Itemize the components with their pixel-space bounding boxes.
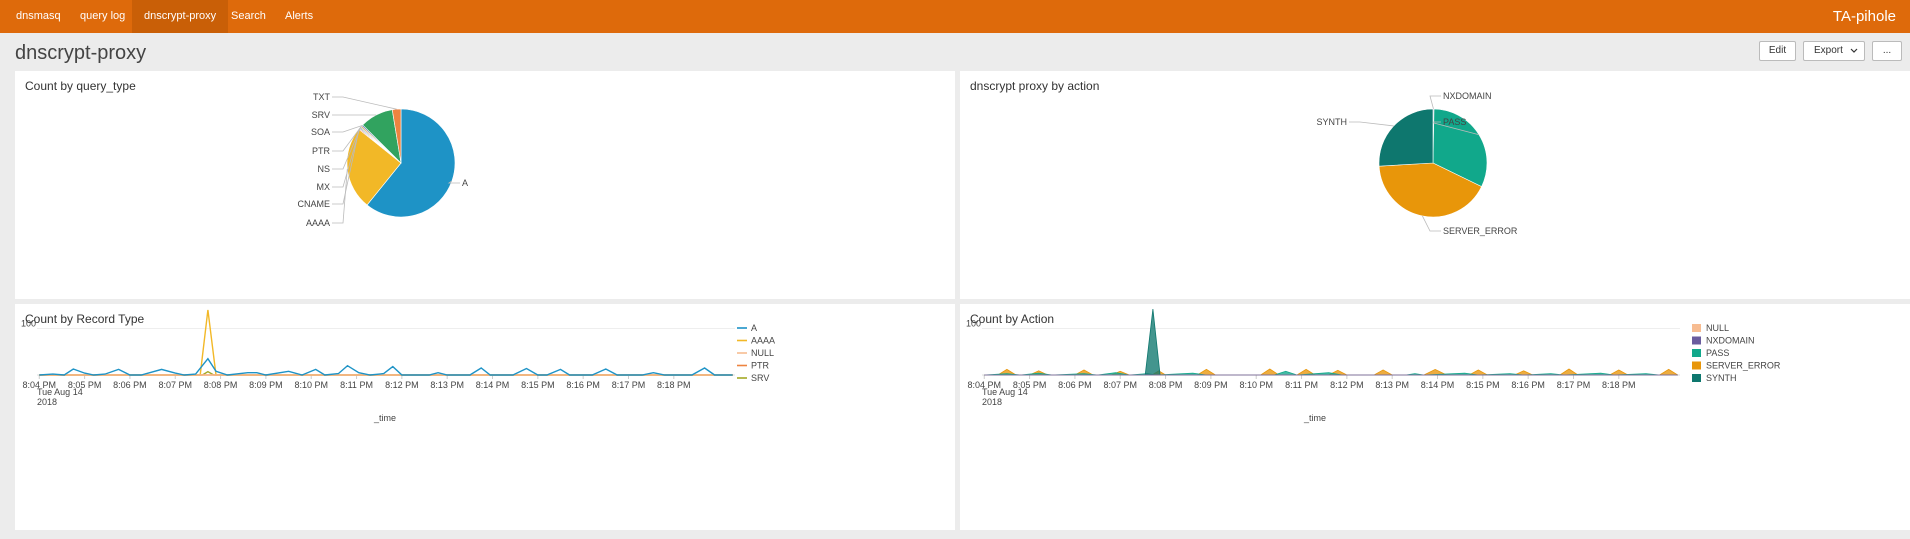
- pie-label-nxdomain: NXDOMAIN: [1443, 91, 1492, 101]
- nav-item-alerts[interactable]: Alerts: [273, 0, 325, 33]
- legend-swatch-nxdomain: [1692, 336, 1701, 345]
- x-tick-label-10: 8:14 PM: [476, 380, 510, 390]
- nav-item-dnscrypt-proxy[interactable]: dnscrypt-proxy: [132, 0, 229, 33]
- panel-count-by-record-type: Count by Record Type 1002008:04 PM8:05 P…: [15, 304, 955, 530]
- pie-chart-query-type: AAAAACNAMEMXNSPTRSOASRVTXT: [297, 92, 468, 228]
- legend-label-pass[interactable]: PASS: [1706, 348, 1729, 358]
- legend-label-null[interactable]: NULL: [751, 348, 774, 358]
- pie-leader-synth: [1349, 121, 1394, 127]
- legend-label-a[interactable]: A: [751, 323, 757, 333]
- legend-label-null[interactable]: NULL: [1706, 323, 1729, 333]
- x-tick-label-13: 8:17 PM: [612, 380, 646, 390]
- nav-item-search[interactable]: Search: [219, 0, 278, 33]
- pie-chart-action: NXDOMAIN PASS SERVER_ERROR SYNTH: [1316, 91, 1518, 236]
- x-tick-label-2: 8:06 PM: [113, 380, 147, 390]
- x-tick-label-7: 8:11 PM: [340, 380, 373, 390]
- top-nav-bar: dnsmasq query log dnscrypt-proxy Search …: [0, 0, 1910, 33]
- x-tick-label-6: 8:10 PM: [294, 380, 328, 390]
- plot-area: 1002008:04 PM8:05 PM8:06 PM8:07 PM8:08 P…: [21, 309, 775, 390]
- pie-label-cname: CNAME: [297, 199, 330, 209]
- y-tick-label-100: 100: [21, 319, 36, 329]
- pie-label-synth: SYNTH: [1316, 117, 1347, 127]
- x-date-label: Tue Aug 14: [982, 387, 1028, 397]
- x-tick-label-8: 8:12 PM: [385, 380, 419, 390]
- nav-item-query-log[interactable]: query log: [68, 0, 137, 33]
- x-tick-label-5: 8:09 PM: [1194, 380, 1228, 390]
- legend-swatch-null: [1692, 324, 1701, 332]
- x-tick-label-12: 8:16 PM: [566, 380, 600, 390]
- panel-count-by-query-type: Count by query_type A AAAA CNAME MX NS PTR SOA…: [15, 71, 955, 299]
- pie-label-aaaa: AAAA: [306, 218, 330, 228]
- nav-item-dnsmasq[interactable]: dnsmasq: [4, 0, 73, 33]
- y-tick-label-100: 100: [966, 319, 981, 329]
- x-tick-label-14: 8:18 PM: [657, 380, 691, 390]
- pie-leader-server-error: [1422, 215, 1441, 232]
- x-tick-label-11: 8:15 PM: [521, 380, 555, 390]
- pie-leader-nxdomain: [1429, 95, 1441, 110]
- x-axis-title: _time: [1303, 413, 1326, 423]
- x-tick-label-9: 8:13 PM: [430, 380, 464, 390]
- x-tick-label-8: 8:12 PM: [1330, 380, 1364, 390]
- more-actions-button[interactable]: ...: [1872, 41, 1902, 61]
- x-tick-label-9: 8:13 PM: [1375, 380, 1409, 390]
- export-label: Export: [1814, 45, 1843, 56]
- x-tick-label-11: 8:15 PM: [1466, 380, 1500, 390]
- x-tick-label-12: 8:16 PM: [1511, 380, 1545, 390]
- legend-label-server-error[interactable]: SERVER_ERROR: [1706, 361, 1781, 371]
- pie-label-ptr: PTR: [312, 146, 331, 156]
- x-tick-label-2: 8:06 PM: [1058, 380, 1092, 390]
- x-tick-label-3: 8:07 PM: [158, 380, 192, 390]
- x-tick-label-7: 8:11 PM: [1285, 380, 1318, 390]
- pie-label-srv: SRV: [312, 110, 330, 120]
- legend-swatch-pass: [1692, 349, 1701, 357]
- page-title: dnscrypt-proxy: [15, 42, 147, 64]
- legend-swatch-server-error: [1692, 361, 1701, 370]
- x-tick-label-5: 8:09 PM: [249, 380, 283, 390]
- pie-label-ns: NS: [317, 164, 330, 174]
- x-tick-label-3: 8:07 PM: [1103, 380, 1137, 390]
- series-line-a[interactable]: [39, 357, 733, 376]
- x-tick-label-4: 8:08 PM: [204, 380, 238, 390]
- legend-swatch-synth: [1692, 374, 1701, 382]
- x-date-label: Tue Aug 14: [37, 387, 83, 397]
- pie-label-mx: MX: [317, 182, 331, 192]
- plot-area: 1002008:04 PM8:05 PM8:06 PM8:07 PM8:08 P…: [966, 308, 1781, 390]
- edit-button[interactable]: Edit: [1759, 41, 1796, 61]
- pie-label-server-error: SERVER_ERROR: [1443, 226, 1518, 236]
- x-tick-label-13: 8:17 PM: [1557, 380, 1591, 390]
- series-line-aaaa[interactable]: [39, 309, 733, 376]
- pie-label-a: A: [462, 178, 468, 188]
- legend-label-srv[interactable]: SRV: [751, 373, 769, 383]
- x-tick-label-6: 8:10 PM: [1239, 380, 1273, 390]
- pie-slice-synth[interactable]: [1378, 108, 1434, 167]
- export-button[interactable]: Export: [1803, 41, 1865, 61]
- legend-label-aaaa[interactable]: AAAA: [751, 336, 775, 346]
- x-year-label: 2018: [982, 397, 1002, 407]
- x-year-label: 2018: [37, 397, 57, 407]
- legend-label-nxdomain[interactable]: NXDOMAIN: [1706, 336, 1755, 346]
- legend-label-synth[interactable]: SYNTH: [1706, 373, 1737, 383]
- pie-label-pass: PASS: [1443, 117, 1466, 127]
- pie-label-soa: SOA: [311, 127, 330, 137]
- panel-dnscrypt-proxy-by-action: dnscrypt proxy by action NXDOMAIN PASS SER…: [960, 71, 1910, 299]
- pie-label-txt: TXT: [313, 92, 331, 102]
- area-chart-action: 1002008:04 PM8:05 PM8:06 PM8:07 PM8:08 P…: [966, 308, 1781, 423]
- x-axis-title: _time: [373, 413, 396, 423]
- chevron-down-icon: [1850, 48, 1858, 53]
- app-name[interactable]: TA-pihole: [1833, 0, 1896, 33]
- x-tick-label-10: 8:14 PM: [1421, 380, 1455, 390]
- legend-label-ptr[interactable]: PTR: [751, 361, 770, 371]
- panel-count-by-action: Count by Action 1002008:04 PM8:05 PM8:06…: [960, 304, 1910, 530]
- line-chart-record-type: 1002008:04 PM8:05 PM8:06 PM8:07 PM8:08 P…: [21, 309, 775, 423]
- x-tick-label-14: 8:18 PM: [1602, 380, 1636, 390]
- pie-leader-txt: [332, 96, 397, 110]
- series-area-synth[interactable]: [984, 308, 1678, 376]
- x-tick-label-4: 8:08 PM: [1149, 380, 1183, 390]
